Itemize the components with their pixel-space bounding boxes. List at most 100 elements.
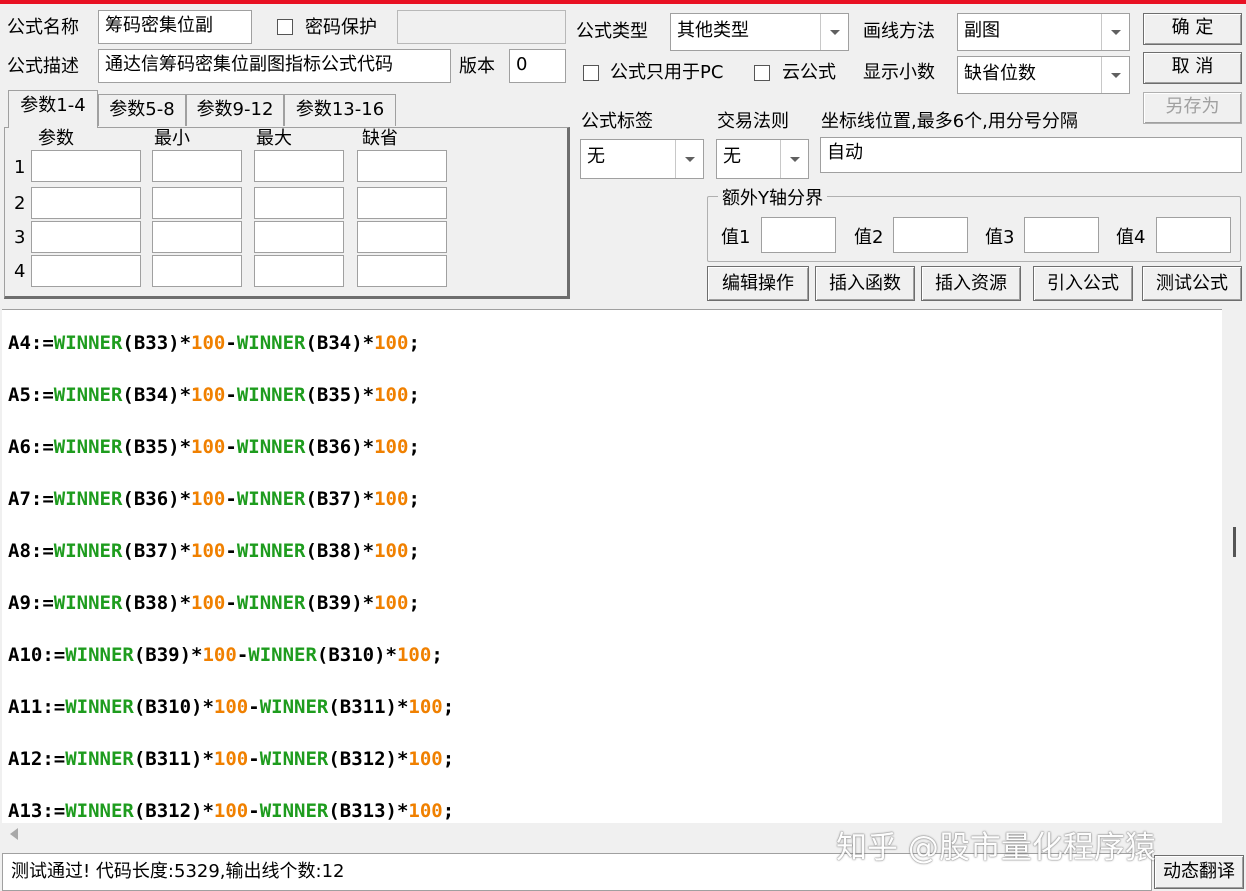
code-token-f1: WINNER (53, 436, 123, 458)
code-token-a1: (B311)* (133, 748, 214, 770)
save-as-button[interactable]: 另存为 (1143, 92, 1242, 124)
code-token-lhs: A13:= (8, 800, 66, 822)
code-line: A8:=WINNER(B37)*100-WINNER(B38)*100; (8, 540, 420, 562)
ok-button[interactable]: 确 定 (1143, 13, 1242, 45)
code-token-n2: 100 (374, 488, 409, 510)
code-token-op: - (236, 644, 249, 666)
draw-method-select[interactable]: 副图 (957, 13, 1130, 51)
param-4-name-input[interactable] (31, 255, 141, 287)
y-value-4-input[interactable] (1156, 217, 1231, 253)
param-1-min-input[interactable] (152, 150, 242, 182)
chevron-down-icon[interactable] (1101, 57, 1129, 93)
insert-function-button[interactable]: 插入函数 (815, 266, 915, 301)
code-line: A7:=WINNER(B36)*100-WINNER(B37)*100; (8, 488, 420, 510)
formula-desc-input[interactable]: 通达信筹码密集位副图指标公式代码 (98, 49, 451, 83)
test-formula-button[interactable]: 测试公式 (1142, 266, 1242, 301)
code-token-f2: WINNER (248, 644, 317, 666)
code-token-n1: 100 (213, 696, 249, 718)
y-value-1-input[interactable] (761, 217, 836, 253)
code-token-f1: WINNER (53, 332, 123, 354)
param-2-name-input[interactable] (31, 187, 141, 219)
dynamic-translate-button[interactable]: 动态翻译 (1154, 855, 1244, 889)
tab-params-5-8[interactable]: 参数5-8 (98, 94, 186, 126)
vertical-scrollbar[interactable] (1222, 309, 1246, 823)
version-label: 版本 (459, 56, 495, 77)
param-1-max-input[interactable] (254, 150, 344, 182)
formula-name-input[interactable]: 筹码密集位副 (98, 10, 252, 44)
code-token-n2: 100 (374, 384, 409, 406)
param-4-default-input[interactable] (357, 255, 447, 287)
code-token-op: - (225, 332, 237, 354)
code-token-n2: 100 (374, 592, 409, 614)
code-token-op: - (225, 540, 237, 562)
code-token-f2: WINNER (259, 748, 329, 770)
formula-tag-value: 无 (587, 146, 605, 167)
code-token-n2: 100 (408, 748, 443, 770)
code-token-n2: 100 (374, 540, 409, 562)
code-token-lhs: A11:= (8, 696, 66, 718)
chevron-down-icon[interactable] (1101, 14, 1129, 50)
chevron-down-icon[interactable] (780, 140, 808, 178)
y-value-4-label: 值4 (1116, 227, 1146, 248)
param-4-min-input[interactable] (152, 255, 242, 287)
formula-type-label: 公式类型 (576, 21, 648, 42)
code-token-lhs: A12:= (8, 748, 66, 770)
code-token-a1: (B34)* (122, 384, 192, 406)
param-row-number: 3 (14, 227, 26, 248)
cloud-formula-checkbox[interactable] (754, 65, 770, 81)
code-token-a1: (B312)* (133, 800, 214, 822)
chevron-down-icon[interactable] (675, 140, 703, 178)
code-token-f2: WINNER (236, 436, 306, 458)
import-formula-button[interactable]: 引入公式 (1033, 266, 1133, 301)
vertical-scroll-thumb[interactable] (1233, 527, 1236, 557)
code-token-lhs: A9:= (8, 592, 54, 614)
code-token-end: ; (408, 384, 420, 406)
y-value-1-label: 值1 (721, 227, 751, 248)
param-3-min-input[interactable] (152, 221, 242, 253)
param-4-max-input[interactable] (254, 255, 344, 287)
param-2-default-input[interactable] (357, 187, 447, 219)
code-token-end: ; (408, 436, 420, 458)
formula-tag-label: 公式标签 (581, 111, 653, 132)
code-editor[interactable]: A4:=WINNER(B33)*100-WINNER(B34)*100; A5:=… (2, 309, 1222, 823)
param-1-name-input[interactable] (31, 150, 141, 182)
tab-params-9-12[interactable]: 参数9-12 (186, 94, 284, 126)
tab-params-13-16[interactable]: 参数13-16 (284, 94, 396, 126)
code-token-a2: (B313)* (328, 800, 409, 822)
scroll-left-arrow-icon[interactable] (10, 828, 18, 840)
code-token-end: ; (431, 644, 443, 666)
decimal-select[interactable]: 缺省位数 (957, 56, 1130, 94)
param-3-max-input[interactable] (254, 221, 344, 253)
cancel-button[interactable]: 取 消 (1143, 52, 1242, 84)
tab-params-1-4[interactable]: 参数1-4 (8, 90, 98, 128)
param-header-min: 最小 (154, 128, 190, 149)
param-3-default-input[interactable] (357, 221, 447, 253)
watermark: 知乎 @股市量化程序猿 (836, 830, 1156, 866)
param-1-default-input[interactable] (357, 150, 447, 182)
code-token-op: - (248, 696, 260, 718)
password-protect-checkbox[interactable] (277, 19, 293, 35)
y-value-2-input[interactable] (893, 217, 968, 253)
param-3-name-input[interactable] (31, 221, 141, 253)
trade-rule-select[interactable]: 无 (716, 139, 809, 179)
y-value-3-input[interactable] (1024, 217, 1099, 253)
param-2-min-input[interactable] (152, 187, 242, 219)
formula-type-select[interactable]: 其他类型 (670, 13, 849, 51)
param-header-default: 缺省 (362, 128, 398, 149)
param-2-max-input[interactable] (254, 187, 344, 219)
code-token-n1: 100 (202, 644, 237, 666)
insert-resource-button[interactable]: 插入资源 (921, 266, 1021, 301)
version-input[interactable]: 0 (509, 49, 566, 83)
edit-ops-button[interactable]: 编辑操作 (707, 266, 809, 301)
chevron-down-icon[interactable] (820, 14, 848, 50)
code-token-a2: (B35)* (305, 384, 375, 406)
code-token-a1: (B37)* (122, 540, 192, 562)
axis-position-input[interactable]: 自动 (820, 137, 1242, 173)
code-token-a1: (B39)* (133, 644, 203, 666)
formula-tag-select[interactable]: 无 (580, 139, 704, 179)
code-token-a1: (B310)* (133, 696, 214, 718)
pc-only-checkbox[interactable] (583, 65, 599, 81)
formula-desc-label: 公式描述 (7, 56, 79, 77)
password-input[interactable] (397, 10, 566, 44)
trade-rule-value: 无 (723, 146, 741, 167)
